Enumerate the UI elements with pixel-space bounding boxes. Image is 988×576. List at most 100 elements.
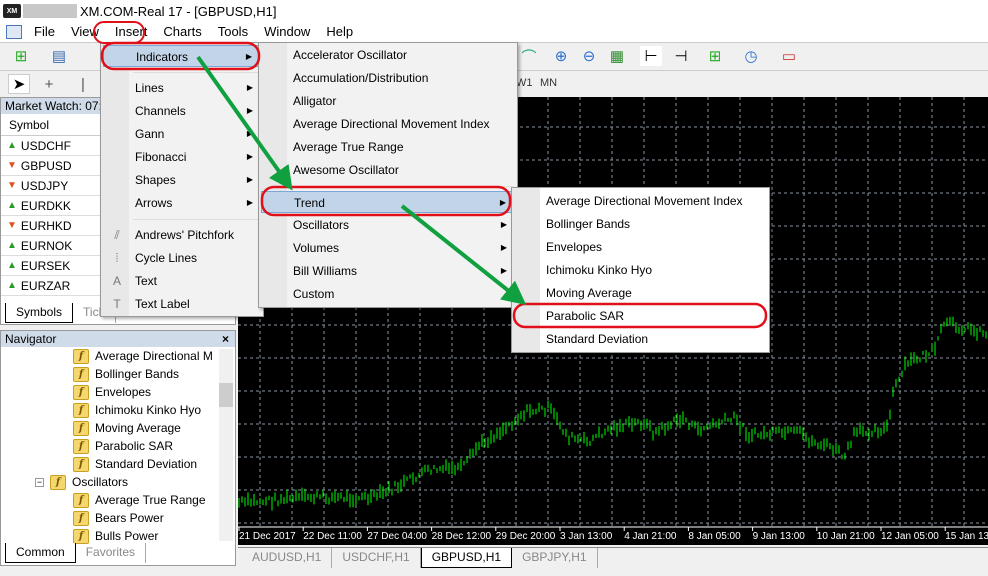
navigator-group-oscillators[interactable]: − f Oscillators (35, 473, 128, 491)
menu-item-label: Cycle Lines (135, 251, 198, 265)
menu-item-label: Ichimoku Kinko Hyo (546, 263, 653, 277)
time-label: 28 Dec 12:00 (432, 531, 492, 542)
line-chart-icon[interactable]: ⌒ (518, 46, 540, 66)
menu-item-label: Alligator (293, 94, 337, 108)
trend-menu-item[interactable]: Envelopes (514, 236, 767, 258)
indicators-menu-item[interactable]: Volumes ▶ (261, 237, 515, 259)
trend-menu-item[interactable]: Ichimoku Kinko Hyo (514, 259, 767, 281)
insert-menu-item[interactable]: A Text (103, 270, 261, 292)
navigator-item[interactable]: f Standard Deviation (73, 455, 197, 473)
navigator-item[interactable]: f Envelopes (73, 383, 151, 401)
trend-menu-item[interactable]: Moving Average (514, 282, 767, 304)
collapse-icon[interactable]: − (35, 477, 44, 487)
menu-item-label: Envelopes (546, 240, 603, 254)
insert-menu-item[interactable]: Shapes ▶ (103, 169, 261, 191)
tool-icon: ⦙ (115, 251, 119, 265)
tab-gbpusd[interactable]: GBPUSD,H1 (420, 548, 513, 568)
menu-help[interactable]: Help (318, 22, 361, 42)
tab-symbols[interactable]: Symbols (5, 303, 74, 323)
trend-menu-item[interactable]: Average Directional Movement Index (514, 190, 767, 212)
menu-charts[interactable]: Charts (155, 22, 209, 42)
menu-item-label: Average Directional Movement Index (293, 117, 490, 131)
insert-menu-item[interactable]: Lines ▶ (103, 77, 261, 99)
tab-favorites[interactable]: Favorites (76, 543, 147, 563)
submenu-arrow-icon: ▶ (246, 106, 253, 115)
navigator-item[interactable]: f Moving Average (73, 419, 181, 437)
symbol-name: EURSEK (20, 258, 71, 273)
title-bar: XM XM.COM-Real 17 - [GBPUSD,H1] (0, 0, 988, 22)
app-icon (6, 25, 22, 39)
insert-menu-item[interactable]: ⦙ Cycle Lines (103, 247, 261, 269)
insert-menu-item[interactable]: ⫽ Andrews' Pitchfork (103, 224, 261, 246)
profiles-icon[interactable]: ▤ (48, 46, 70, 66)
trend-menu-item[interactable]: Parabolic SAR (514, 305, 767, 327)
trend-menu-item[interactable]: Bollinger Bands (514, 213, 767, 235)
zoom-in-icon[interactable]: ⊕ (550, 46, 572, 66)
navigator-item[interactable]: f Bollinger Bands (73, 365, 179, 383)
indicator-icon: f (73, 384, 89, 400)
insert-menu-item[interactable]: Channels ▶ (103, 100, 261, 122)
insert-menu-item[interactable]: Indicators ▶ (103, 45, 261, 67)
menu-item-label: Text (135, 274, 158, 288)
insert-menu-item[interactable]: Arrows ▶ (103, 192, 261, 214)
timeframe-mn[interactable]: MN (540, 77, 557, 89)
indicators-menu-item[interactable]: Accumulation/Distribution (261, 67, 515, 89)
indicators-menu-item[interactable]: Average Directional Movement Index (261, 113, 515, 135)
navigator-panel: Navigator × f Average Directional M f Bollin… (0, 330, 236, 566)
tool-icon: A (112, 274, 121, 288)
new-chart-icon[interactable]: ⊞ (10, 46, 32, 66)
trend-menu-item[interactable]: Standard Deviation (514, 328, 767, 350)
insert-menu-item[interactable]: Gann ▶ (103, 123, 261, 145)
tab-gbpjpy[interactable]: GBPJPY,H1 (512, 548, 598, 568)
tab-usdchf[interactable]: USDCHF,H1 (332, 548, 421, 568)
navigator-item[interactable]: f Ichimoku Kinko Hyo (73, 401, 201, 419)
menu-item-label: Accelerator Oscillator (293, 48, 408, 62)
trend-submenu: Average Directional Movement Index Bollin… (511, 187, 770, 353)
tool-icon: T (113, 297, 121, 311)
indicators-menu-item[interactable]: Accelerator Oscillator (261, 44, 515, 66)
indicators-add-icon[interactable]: ⊞ (704, 46, 726, 66)
menu-item-label: Moving Average (546, 286, 632, 300)
menu-item-label: Text Label (135, 297, 190, 311)
navigator-item[interactable]: f Average True Range (73, 491, 206, 509)
navigator-item[interactable]: f Bears Power (73, 509, 164, 527)
menu-item-label: Parabolic SAR (546, 309, 625, 323)
crosshair-icon[interactable]: + (38, 74, 60, 94)
time-label: 22 Dec 11:00 (303, 531, 362, 542)
templates-icon[interactable]: ▭ (778, 46, 800, 66)
autoscroll-icon[interactable]: ⊣ (670, 46, 692, 66)
navigator-item[interactable]: f Average Directional M (73, 347, 213, 365)
menu-view[interactable]: View (63, 22, 107, 42)
time-label: 29 Dec 20:00 (496, 531, 556, 542)
insert-menu-item[interactable]: Fibonacci ▶ (103, 146, 261, 168)
insert-menu-item[interactable]: T Text Label (103, 293, 261, 315)
navigator-item[interactable]: f Parabolic SAR (73, 437, 173, 455)
indicators-menu-item[interactable]: Oscillators ▶ (261, 214, 515, 236)
menu-insert[interactable]: Insert (106, 22, 156, 42)
navigator-item-label: Moving Average (95, 421, 181, 435)
indicators-menu-item[interactable]: Bill Williams ▶ (261, 260, 515, 282)
indicators-menu-item[interactable]: Custom (261, 283, 515, 305)
menu-item-label: Gann (135, 127, 165, 141)
zoom-out-icon[interactable]: ⊖ (578, 46, 600, 66)
menu-file[interactable]: File (26, 22, 63, 42)
periods-clock-icon[interactable]: ◷ (740, 46, 762, 66)
arrow-down-icon: ▼ (7, 159, 17, 171)
window-title: XM.COM-Real 17 - [GBPUSD,H1] (80, 3, 277, 19)
indicators-menu-item[interactable]: Awesome Oscillator (261, 159, 515, 181)
indicators-menu-item[interactable]: Average True Range (261, 136, 515, 158)
timeframe-w1[interactable]: W1 (516, 77, 533, 89)
tab-audusd[interactable]: AUDUSD,H1 (242, 548, 333, 568)
chart-shift-icon[interactable]: ⊢ (640, 46, 662, 66)
menu-tools[interactable]: Tools (210, 22, 256, 42)
tab-common[interactable]: Common (5, 543, 76, 563)
close-icon[interactable]: × (222, 331, 229, 347)
cursor-icon[interactable]: ➤ (8, 74, 30, 94)
menu-window[interactable]: Window (256, 22, 318, 42)
navigator-scrollbar[interactable] (219, 349, 233, 541)
vertical-line-icon[interactable]: | (72, 74, 94, 94)
indicators-menu-item[interactable]: Alligator (261, 90, 515, 112)
tile-windows-icon[interactable]: ▦ (606, 46, 628, 66)
indicators-menu-item[interactable]: Trend ▶ (261, 191, 515, 213)
menu-item-label: Standard Deviation (546, 332, 649, 346)
